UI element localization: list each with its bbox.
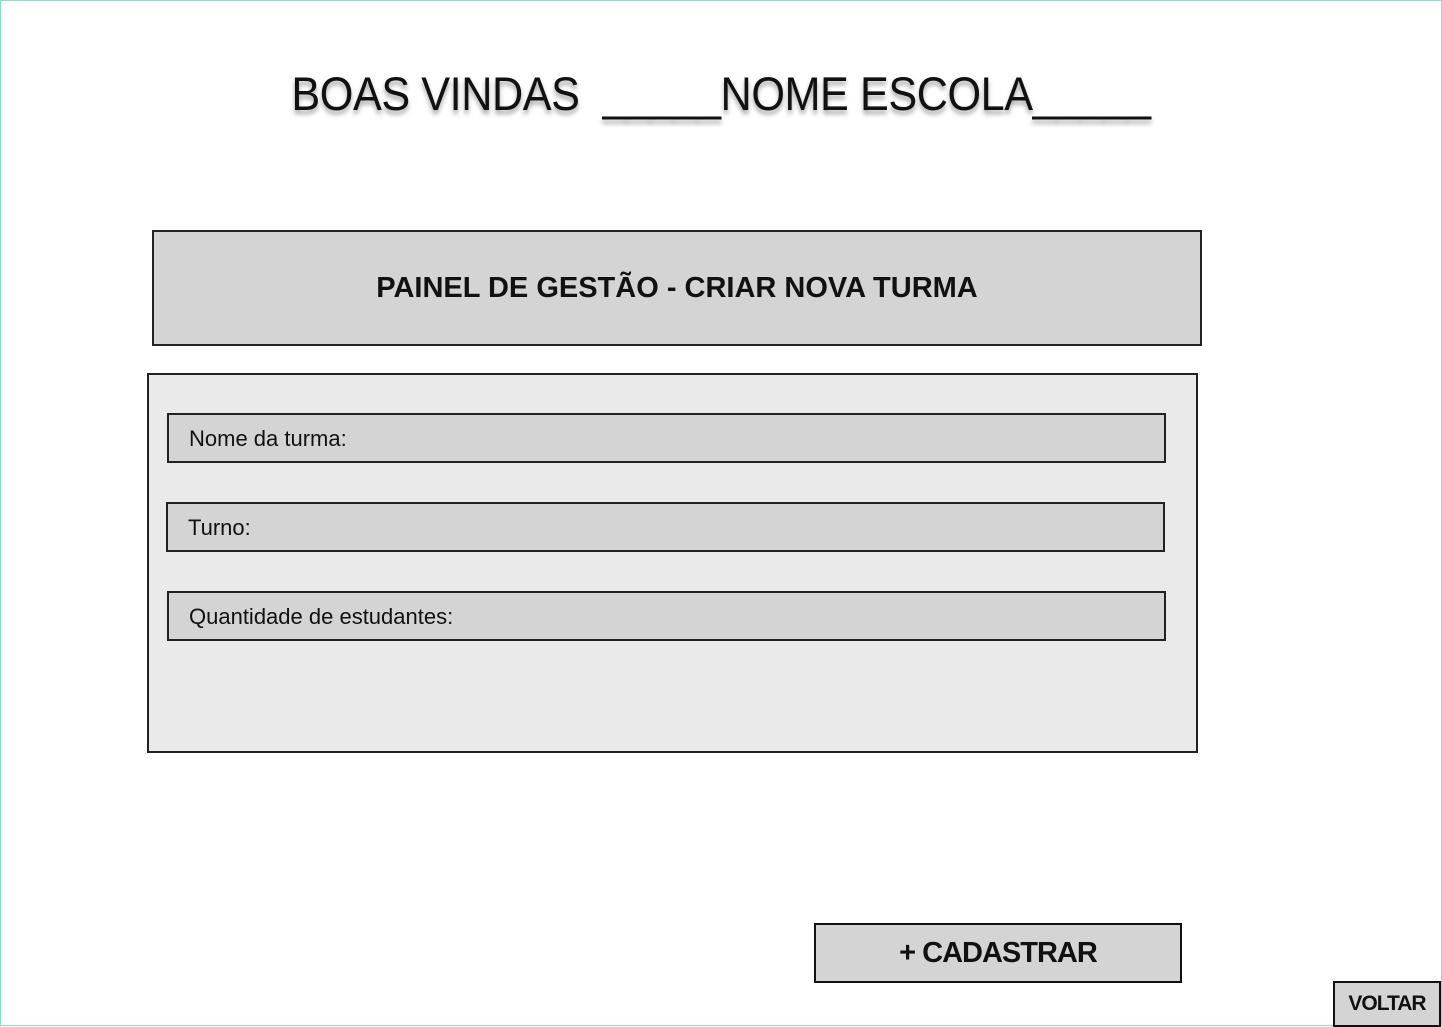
class-name-input[interactable]: Nome da turma: <box>167 413 1166 463</box>
student-count-label: Quantidade de estudantes: <box>189 604 454 629</box>
panel-header: PAINEL DE GESTÃO - CRIAR NOVA TURMA <box>152 230 1202 346</box>
page-title: BOAS VINDAS _____NOME ESCOLA_____ <box>291 67 1151 120</box>
form-panel: Nome da turma: Turno: Quantidade de estu… <box>147 373 1198 753</box>
register-button[interactable]: + CADASTRAR <box>814 923 1182 983</box>
student-count-input[interactable]: Quantidade de estudantes: <box>167 591 1166 641</box>
class-name-label: Nome da turma: <box>189 426 347 451</box>
shift-label: Turno: <box>188 515 251 540</box>
back-button[interactable]: VOLTAR <box>1333 981 1441 1027</box>
shift-input[interactable]: Turno: <box>166 502 1165 552</box>
panel-header-title: PAINEL DE GESTÃO - CRIAR NOVA TURMA <box>376 271 978 304</box>
